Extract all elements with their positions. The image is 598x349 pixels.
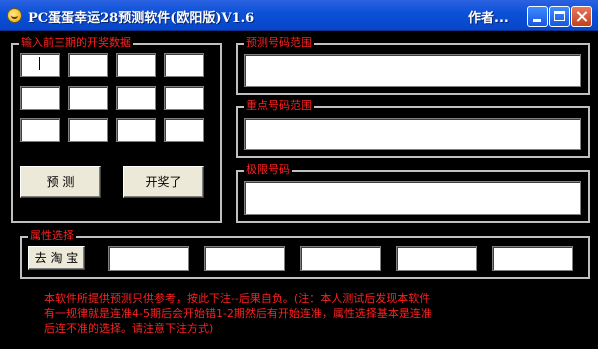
key-range-field[interactable] — [244, 118, 581, 150]
input-cell-r3c2[interactable] — [68, 118, 108, 142]
attribute-field-3[interactable] — [300, 246, 381, 271]
input-cell-r1c2[interactable] — [68, 53, 108, 77]
input-cell-r1c4[interactable] — [164, 53, 204, 77]
maximize-icon[interactable] — [549, 6, 570, 27]
key-range-legend: 重点号码范围 — [244, 99, 314, 113]
predict-range-legend: 预测号码范围 — [244, 36, 314, 50]
limit-numbers-field[interactable] — [244, 181, 581, 215]
attributes-legend: 属性选择 — [28, 229, 76, 243]
disclaimer-line-2: 有一规律就是连准4-5期后会开始错1-2期然后有开始连准，属性选择基本是连准 — [44, 307, 432, 320]
input-cell-r2c4[interactable] — [164, 86, 204, 110]
disclaimer-line-3: 后连不准的选择。请注意下注方式) — [44, 322, 214, 335]
main-window: PC蛋蛋幸运28预测软件(欧阳版)V1.6 作者... 输入前三期的开奖数据 预… — [0, 0, 598, 349]
disclaimer-line-1: 本软件所提供预测只供参考，按此下注--后果自负。(注：本人测试后发现本软件 — [44, 292, 431, 305]
app-icon[interactable] — [7, 8, 22, 23]
author-label: 作者... — [468, 11, 509, 26]
window-title: PC蛋蛋幸运28预测软件(欧阳版)V1.6 — [28, 11, 255, 26]
drawn-button[interactable]: 开奖了 — [123, 166, 204, 198]
input-cell-r1c1[interactable] — [20, 53, 60, 77]
attribute-field-1[interactable] — [108, 246, 189, 271]
input-cell-r3c3[interactable] — [116, 118, 156, 142]
input-cell-r1c3[interactable] — [116, 53, 156, 77]
input-cell-r2c2[interactable] — [68, 86, 108, 110]
title-bar[interactable]: PC蛋蛋幸运28预测软件(欧阳版)V1.6 作者... — [0, 0, 598, 31]
disclaimer-text: 本软件所提供预测只供参考，按此下注--后果自负。(注：本人测试后发现本软件 有一… — [44, 291, 559, 336]
minimize-icon[interactable] — [527, 6, 548, 27]
input-cell-r2c3[interactable] — [116, 86, 156, 110]
input-data-legend: 输入前三期的开奖数据 — [19, 36, 133, 50]
input-cell-r3c4[interactable] — [164, 118, 204, 142]
taobao-button[interactable]: 去 淘 宝 — [28, 246, 85, 270]
input-cell-r2c1[interactable] — [20, 86, 60, 110]
attribute-field-4[interactable] — [396, 246, 477, 271]
close-icon[interactable] — [571, 6, 592, 27]
attribute-field-2[interactable] — [204, 246, 285, 271]
predict-range-field[interactable] — [244, 54, 581, 87]
input-cell-r3c1[interactable] — [20, 118, 60, 142]
attribute-field-5[interactable] — [492, 246, 573, 271]
limit-numbers-legend: 极限号码 — [244, 163, 292, 177]
predict-button[interactable]: 预 测 — [20, 166, 101, 198]
text-caret — [39, 57, 40, 70]
